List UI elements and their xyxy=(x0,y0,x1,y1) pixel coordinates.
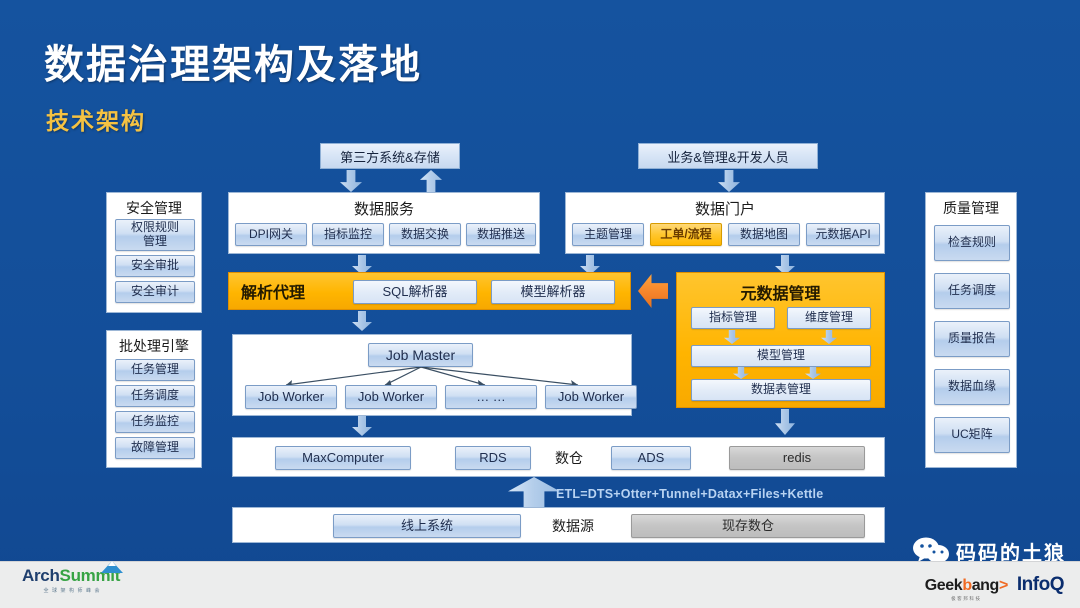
panel-metadata-management: 元数据管理 指标管理 维度管理 模型管理 数据表管理 xyxy=(676,272,885,408)
geekbang-logo-text: Geekbang> xyxy=(924,577,1009,594)
panel-batch-engine: 批处理引擎 任务管理 任务调度 任务监控 故障管理 xyxy=(106,330,202,468)
warehouse-item-ads[interactable]: ADS xyxy=(611,446,691,470)
slide-canvas: 数据治理架构及落地 技术架构 第三方系统&存储 业务&管理&开发人员 安全管理 … xyxy=(0,0,1080,608)
parser-agent-title: 解析代理 xyxy=(241,285,306,302)
panel-quality-management: 质量管理 检查规则 任务调度 质量报告 数据血缘 UC矩阵 xyxy=(925,192,1017,468)
warehouse-label: 数仓 xyxy=(555,450,583,466)
data-portal-item-ticket-flow[interactable]: 工单/流程 xyxy=(650,223,722,246)
batch-item-task-monitoring[interactable]: 任务监控 xyxy=(115,411,195,433)
datasource-label: 数据源 xyxy=(552,518,594,534)
warehouse-item-maxcomputer[interactable]: MaxComputer xyxy=(275,446,411,470)
arrow-up-third-party xyxy=(420,170,442,192)
archsummit-mountain-icon xyxy=(100,561,123,573)
datasource-item-existing-warehouse[interactable]: 现存数仓 xyxy=(631,514,865,538)
security-item-permission-rules[interactable]: 权限规则 管理 xyxy=(115,219,195,251)
data-portal-title: 数据门户 xyxy=(694,201,755,218)
arrow-down-stakeholders xyxy=(718,170,740,192)
arrow-down-third-party xyxy=(340,170,362,192)
panel-security-title: 安全管理 xyxy=(126,200,182,216)
arrow-down-jobengine-to-warehouse xyxy=(352,416,372,436)
arrow-down-parser-to-jobengine xyxy=(352,311,372,331)
panel-warehouse: MaxComputer RDS 数仓 ADS redis xyxy=(232,437,885,477)
panel-datasource: 线上系统 数据源 现存数仓 xyxy=(232,507,885,543)
page-title: 数据治理架构及落地 xyxy=(44,43,422,87)
job-master[interactable]: Job Master xyxy=(368,343,473,367)
job-worker-3[interactable]: Job Worker xyxy=(545,385,637,409)
infoq-logo-text: InfoQ xyxy=(1016,574,1065,595)
archsummit-logo-subtitle: 全球架构师峰会 xyxy=(43,588,104,594)
batch-item-fault-management[interactable]: 故障管理 xyxy=(115,437,195,459)
panel-security-management: 安全管理 权限规则 管理 安全审批 安全审计 xyxy=(106,192,202,313)
data-service-title: 数据服务 xyxy=(353,201,414,218)
quality-item-data-lineage[interactable]: 数据血缘 xyxy=(934,369,1010,405)
security-item-approval[interactable]: 安全审批 xyxy=(115,255,195,277)
warehouse-item-rds[interactable]: RDS xyxy=(455,446,531,470)
job-worker-1[interactable]: Job Worker xyxy=(245,385,337,409)
panel-parser-agent: 解析代理 SQL解析器 模型解析器 xyxy=(228,272,631,310)
arrow-down-metric-to-model xyxy=(724,330,740,344)
footer-bar xyxy=(0,561,1080,608)
panel-data-portal: 数据门户 主题管理 工单/流程 数据地图 元数据API xyxy=(565,192,885,254)
metadata-item-dimension-management[interactable]: 维度管理 xyxy=(787,307,871,329)
geekbang-logo: Geekbang> 极客邦科技 xyxy=(924,577,1009,602)
batch-item-task-management[interactable]: 任务管理 xyxy=(115,359,195,381)
data-service-item-data-push[interactable]: 数据推送 xyxy=(466,223,536,246)
panel-job-engine: Job Master Job Worker Job Worker … … Job… xyxy=(232,334,637,416)
security-item-audit[interactable]: 安全审计 xyxy=(115,281,195,303)
parser-item-sql-parser[interactable]: SQL解析器 xyxy=(353,280,477,304)
archsummit-logo: ArchSummit 全球架构师峰会 xyxy=(22,561,125,594)
metadata-item-table-management[interactable]: 数据表管理 xyxy=(691,379,871,401)
data-service-item-metric-monitor[interactable]: 指标监控 xyxy=(312,223,384,246)
datasource-item-online-system[interactable]: 线上系统 xyxy=(333,514,521,538)
quality-item-task-scheduling[interactable]: 任务调度 xyxy=(934,273,1010,309)
metadata-management-title: 元数据管理 xyxy=(740,286,821,303)
metadata-item-metric-management[interactable]: 指标管理 xyxy=(691,307,775,329)
quality-item-check-rules[interactable]: 检查规则 xyxy=(934,225,1010,261)
arrow-down-dimension-to-model xyxy=(821,330,837,344)
data-portal-item-topic-management[interactable]: 主题管理 xyxy=(572,223,644,246)
arrow-down-model-to-table-right xyxy=(805,367,821,379)
warehouse-item-redis[interactable]: redis xyxy=(729,446,865,470)
quality-item-quality-report[interactable]: 质量报告 xyxy=(934,321,1010,357)
etl-label: ETL=DTS+Otter+Tunnel+Datax+Files+Kettle xyxy=(556,487,824,501)
batch-item-task-scheduling[interactable]: 任务调度 xyxy=(115,385,195,407)
geekbang-logo-subtitle: 极客邦科技 xyxy=(951,596,982,601)
panel-data-service: 数据服务 DPI网关 指标监控 数据交换 数据推送 xyxy=(228,192,540,254)
page-subtitle: 技术架构 xyxy=(46,108,146,134)
data-service-item-data-exchange[interactable]: 数据交换 xyxy=(389,223,461,246)
panel-quality-title: 质量管理 xyxy=(943,200,999,216)
quality-item-uc-matrix[interactable]: UC矩阵 xyxy=(934,417,1010,453)
arrow-down-metadata-to-warehouse xyxy=(775,409,795,435)
callout-third-party: 第三方系统&存储 xyxy=(320,143,460,169)
archsummit-logo-text: ArchSummit xyxy=(22,561,125,586)
parser-item-model-parser[interactable]: 模型解析器 xyxy=(491,280,615,304)
arrow-down-model-to-table-left xyxy=(733,367,749,379)
data-portal-item-metadata-api[interactable]: 元数据API xyxy=(806,223,880,246)
arrow-left-metadata-to-parser xyxy=(638,274,668,308)
panel-batch-title: 批处理引擎 xyxy=(119,338,189,354)
callout-third-party-label: 第三方系统&存储 xyxy=(340,149,440,165)
callout-stakeholders-label: 业务&管理&开发人员 xyxy=(667,149,789,165)
callout-stakeholders: 业务&管理&开发人员 xyxy=(638,143,818,169)
metadata-item-model-management[interactable]: 模型管理 xyxy=(691,345,871,367)
data-portal-item-data-map[interactable]: 数据地图 xyxy=(728,223,800,246)
arrow-up-etl xyxy=(508,477,560,509)
footer-brands: Geekbang> 极客邦科技 InfoQ xyxy=(924,574,1065,602)
data-service-item-dpi-gateway[interactable]: DPI网关 xyxy=(235,223,307,246)
job-worker-2[interactable]: Job Worker xyxy=(345,385,437,409)
job-worker-placeholder[interactable]: … … xyxy=(445,385,537,409)
